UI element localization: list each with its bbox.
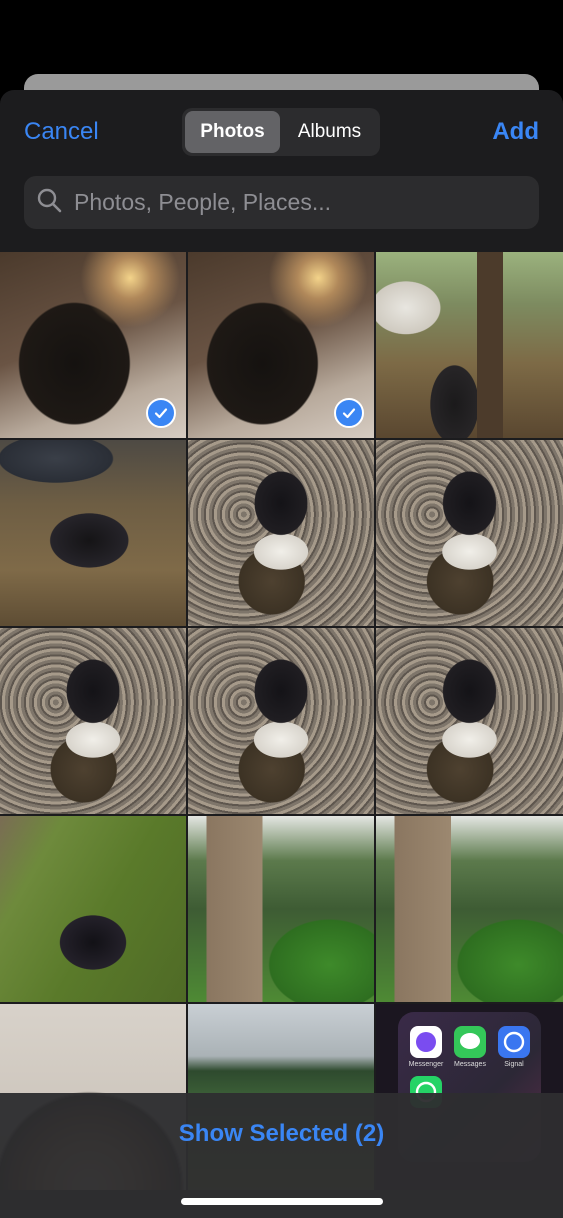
selected-checkmark-icon xyxy=(334,398,364,428)
photo-thumbnail[interactable] xyxy=(0,816,186,1002)
app-label: Messenger xyxy=(408,1061,444,1068)
photo-thumbnail[interactable] xyxy=(0,440,186,626)
home-indicator[interactable] xyxy=(181,1198,383,1205)
app-label: Signal xyxy=(504,1061,524,1068)
photo-thumbnail[interactable] xyxy=(188,628,374,814)
photo-thumbnail[interactable] xyxy=(376,816,563,1002)
search-input[interactable] xyxy=(72,188,516,217)
app-label: Messages xyxy=(454,1061,486,1068)
cancel-button[interactable]: Cancel xyxy=(24,118,99,146)
photo-thumbnail[interactable] xyxy=(376,628,563,814)
photo-thumbnail[interactable] xyxy=(376,440,563,626)
photo-grid: Messenger Messages Signal xyxy=(0,252,563,1190)
tab-albums[interactable]: Albums xyxy=(282,111,377,153)
search-bar[interactable] xyxy=(24,176,539,229)
photo-thumbnail[interactable] xyxy=(0,628,186,814)
selected-checkmark-icon xyxy=(146,398,176,428)
photo-thumbnail[interactable] xyxy=(188,440,374,626)
photo-thumbnail[interactable] xyxy=(188,252,374,438)
photos-albums-segmented-control: Photos Albums xyxy=(182,108,380,156)
photo-thumbnail[interactable] xyxy=(376,252,563,438)
show-selected-button[interactable]: Show Selected (2) xyxy=(0,1120,563,1148)
photo-thumbnail[interactable] xyxy=(188,816,374,1002)
photo-picker-sheet: Cancel Photos Albums Add Photos, People,… xyxy=(0,90,563,1218)
messenger-app-icon xyxy=(410,1026,442,1058)
signal-app-icon xyxy=(498,1026,530,1058)
search-icon xyxy=(36,187,62,218)
messages-app-icon xyxy=(454,1026,486,1058)
photo-thumbnail[interactable] xyxy=(0,252,186,438)
tab-photos[interactable]: Photos xyxy=(185,111,280,153)
add-button[interactable]: Add xyxy=(492,118,539,146)
